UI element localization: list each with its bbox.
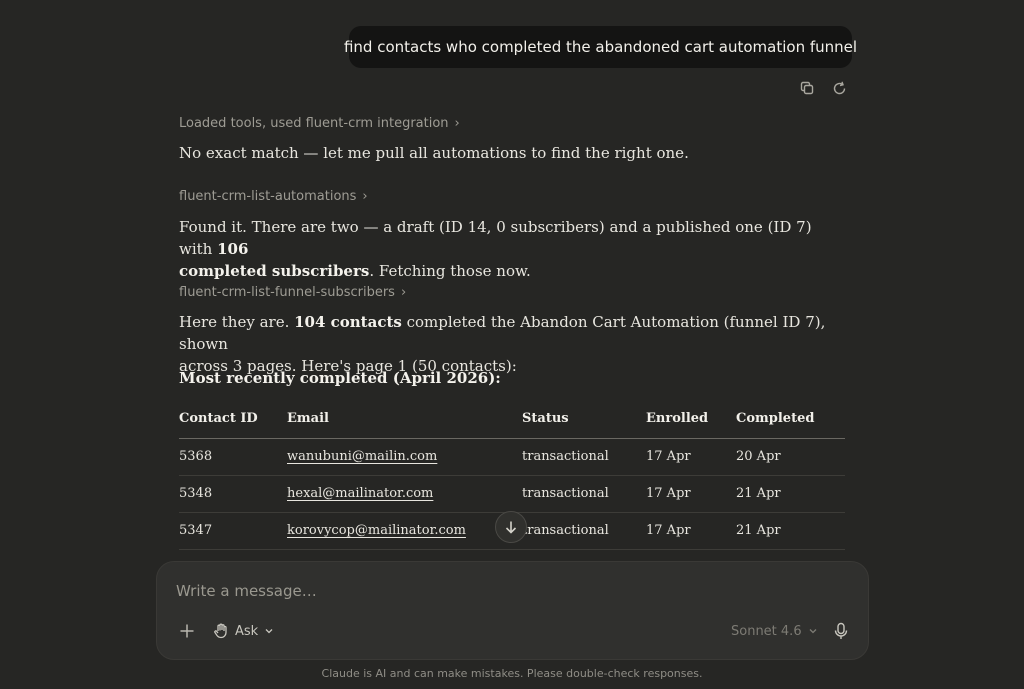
cell-completed: 21 Apr — [736, 512, 845, 550]
voice-input-button[interactable] — [831, 620, 851, 642]
table-row: 5368 wanubuni@mailin.com transactional 1… — [179, 438, 845, 476]
cell-completed: 20 Apr — [736, 438, 845, 476]
cell-enrolled: 17 Apr — [646, 438, 736, 476]
cell-enrolled: 17 Apr — [646, 512, 736, 550]
hand-icon — [214, 623, 227, 639]
chevron-right-icon: › — [362, 189, 368, 204]
chevron-right-icon: › — [400, 285, 407, 300]
chevron-right-icon: › — [454, 116, 460, 131]
email-link[interactable]: wanubuni@mailin.com — [287, 449, 437, 464]
retry-icon — [833, 81, 845, 94]
tool-call-label: fluent-crm-list-automations — [179, 189, 357, 204]
message-input[interactable] — [176, 582, 846, 600]
cell-status: transactional — [522, 438, 646, 476]
column-header: Email — [287, 400, 522, 439]
email-link[interactable]: korovycop@mailinator.com — [287, 523, 466, 538]
cell-status: transactional — [522, 512, 646, 550]
response-bold: completed subscribers — [179, 262, 370, 280]
user-message-bubble: find contacts who completed the abandone… — [344, 26, 857, 68]
cell-contact-id: 5368 — [179, 438, 287, 476]
response-paragraph: No exact match — let me pull all automat… — [179, 142, 689, 164]
tool-call-list-automations[interactable]: fluent-crm-list-automations › — [179, 189, 368, 204]
response-paragraph: Here they are. 104 contacts completed th… — [179, 311, 839, 377]
cell-completed: 21 Apr — [736, 475, 845, 513]
add-attachment-button[interactable] — [177, 620, 197, 642]
response-text: Here they are. — [179, 313, 295, 331]
response-paragraph: Found it. There are two — a draft (ID 14… — [179, 216, 819, 282]
column-header: Contact ID — [179, 400, 287, 439]
arrow-down-icon — [505, 521, 517, 534]
chevron-down-icon — [809, 629, 817, 634]
model-selector[interactable]: Sonnet 4.6 — [731, 620, 818, 642]
response-text: Found it. There are two — a draft (ID 14… — [179, 218, 812, 258]
message-actions — [796, 77, 850, 99]
tool-call-list-funnel-subscribers[interactable]: fluent-crm-list-funnel-subscribers › — [179, 285, 406, 300]
message-composer: Ask Sonnet 4.6 — [156, 561, 869, 660]
tool-call-label: Loaded tools, used fluent-crm integratio… — [179, 116, 449, 131]
copy-icon — [800, 81, 814, 95]
email-link[interactable]: hexal@mailinator.com — [287, 486, 433, 501]
response-text: . Fetching those now. — [369, 262, 531, 280]
table-header-row: Contact ID Email Status Enrolled Complet… — [179, 400, 845, 439]
response-text: No exact match — let me pull all automat… — [179, 144, 689, 162]
copy-button[interactable] — [796, 77, 818, 99]
section-heading: Most recently completed (April 2026): — [179, 369, 501, 387]
cell-contact-id: 5348 — [179, 475, 287, 513]
column-header: Status — [522, 400, 646, 439]
table-row: 5348 hexal@mailinator.com transactional … — [179, 475, 845, 513]
tool-call-label: fluent-crm-list-funnel-subscribers — [179, 285, 395, 300]
disclaimer-text: Claude is AI and can make mistakes. Plea… — [321, 667, 703, 680]
retry-button[interactable] — [828, 77, 850, 99]
microphone-icon — [834, 622, 848, 639]
response-bold: 104 contacts — [294, 313, 402, 331]
response-bold: 106 — [217, 240, 249, 258]
cell-enrolled: 17 Apr — [646, 475, 736, 513]
plus-icon — [180, 624, 194, 638]
user-message-text: find contacts who completed the abandone… — [343, 38, 858, 56]
column-header: Completed — [736, 400, 845, 439]
scroll-to-bottom-button[interactable] — [495, 511, 527, 543]
cell-contact-id: 5347 — [179, 512, 287, 550]
tool-call-fluent-crm[interactable]: Loaded tools, used fluent-crm integratio… — [179, 116, 460, 131]
model-selector-label: Sonnet 4.6 — [731, 623, 802, 639]
column-header: Enrolled — [646, 400, 736, 439]
ask-mode-label: Ask — [235, 623, 259, 639]
chevron-down-icon — [265, 629, 273, 634]
cell-status: transactional — [522, 475, 646, 513]
ask-mode-button[interactable]: Ask — [213, 620, 274, 642]
